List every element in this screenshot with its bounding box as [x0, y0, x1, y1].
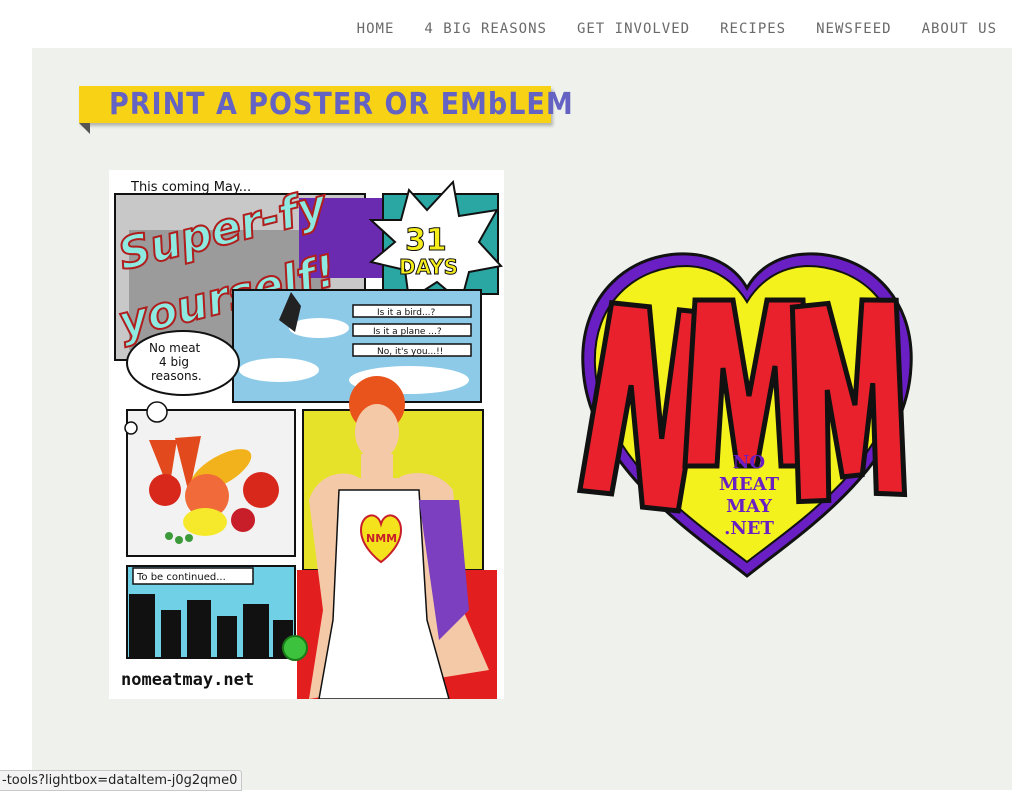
poster-days-number: 31 [405, 223, 447, 258]
nav-4-big-reasons[interactable]: 4 BIG REASONS [424, 20, 547, 38]
emblem-line-no: NO [733, 452, 765, 473]
nav-home[interactable]: HOME [357, 20, 395, 38]
poster-bird-text: Is it a bird...? [377, 308, 436, 318]
poster-url: nomeatmay.net [121, 670, 254, 690]
banner-ribbon: PRINT A POSTER OR EMbLEM [79, 86, 573, 123]
banner-fold [79, 123, 90, 134]
emblem-line-may: MAY [726, 496, 773, 517]
page-title: PRINT A POSTER OR EMbLEM [109, 87, 574, 122]
nav-recipes[interactable]: RECIPES [720, 20, 786, 38]
title-banner: PRINT A POSTER OR EMbLEM [79, 86, 573, 134]
nav-get-involved[interactable]: GET INVOLVED [577, 20, 690, 38]
emblem-line-meat: MEAT [719, 474, 780, 495]
emblem-line-net: .NET [724, 518, 774, 539]
top-nav: HOME 4 BIG REASONS GET INVOLVED RECIPES … [357, 20, 997, 38]
poster-days-word: DAYS [399, 255, 458, 279]
poster-continued-text: To be continued... [136, 572, 226, 583]
poster-you-text: No, it's you...!! [377, 347, 443, 357]
content-panel: PRINT A POSTER OR EMbLEM 31 DAYS This co… [32, 48, 1012, 790]
nmm-heart-emblem[interactable]: NO MEAT MAY .NET [576, 246, 917, 581]
poster-plane-text: Is it a plane ...? [373, 327, 442, 337]
poster-reasons-1: No meat [149, 341, 201, 355]
nav-about-us[interactable]: ABOUT US [922, 20, 997, 38]
nav-newsfeed[interactable]: NEWSFEED [816, 20, 891, 38]
poster-image[interactable]: 31 DAYS This coming May... Super-fy your… [109, 170, 504, 699]
poster-chest-logo: NMM [366, 532, 397, 545]
poster-reasons-3: reasons. [151, 369, 202, 383]
poster-top-text: This coming May... [130, 180, 251, 195]
poster-reasons-2: 4 big [159, 355, 189, 369]
status-bar-url: -tools?lightbox=dataItem-j0g2qme0 [0, 770, 243, 791]
